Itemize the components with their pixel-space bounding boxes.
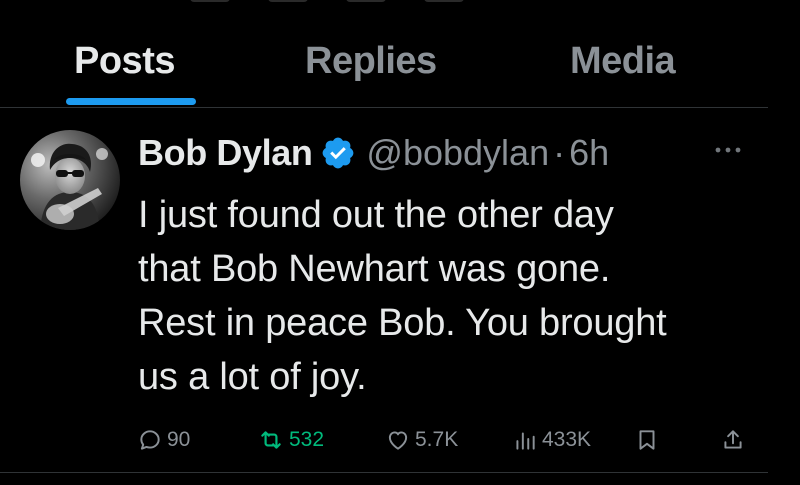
heart-icon <box>388 431 408 450</box>
author-handle[interactable]: @bobdylan <box>366 132 549 174</box>
repost-button[interactable]: 532 <box>257 422 324 458</box>
post-text: I just found out the other day that Bob … <box>138 194 667 398</box>
reply-icon <box>140 430 160 450</box>
repost-count: 532 <box>289 428 325 451</box>
share-button[interactable] <box>720 422 746 458</box>
tab-replies[interactable]: Replies <box>305 40 437 83</box>
verified-badge-icon[interactable] <box>320 135 356 171</box>
author-name[interactable]: Bob Dylan <box>138 132 313 174</box>
post[interactable]: Bob Dylan @bobdylan · 6h I just found ou… <box>0 108 768 473</box>
reply-count: 90 <box>167 428 191 451</box>
post-timestamp[interactable]: 6h <box>569 132 609 174</box>
like-count: 5.7K <box>415 428 459 451</box>
profile-photo-icon <box>20 130 120 230</box>
profile-tabs: Posts Replies Media <box>0 0 768 108</box>
bookmark-icon <box>639 430 655 450</box>
separator-dot: · <box>553 132 566 173</box>
tab-media[interactable]: Media <box>570 40 676 83</box>
active-tab-indicator <box>66 98 196 105</box>
reply-button[interactable]: 90 <box>137 422 190 458</box>
more-options-icon[interactable] <box>708 138 748 162</box>
view-count: 433K <box>542 428 592 451</box>
repost-icon <box>261 431 281 449</box>
share-icon <box>724 430 742 449</box>
like-button[interactable]: 5.7K <box>385 422 458 458</box>
post-actions: 90 532 5.7K 433K <box>0 422 768 458</box>
analytics-icon <box>516 432 535 450</box>
avatar[interactable] <box>20 130 120 230</box>
views-button[interactable]: 433K <box>512 422 591 458</box>
tab-posts[interactable]: Posts <box>74 40 175 83</box>
bookmark-button[interactable] <box>634 422 660 458</box>
post-header: Bob Dylan @bobdylan · 6h <box>138 130 609 176</box>
